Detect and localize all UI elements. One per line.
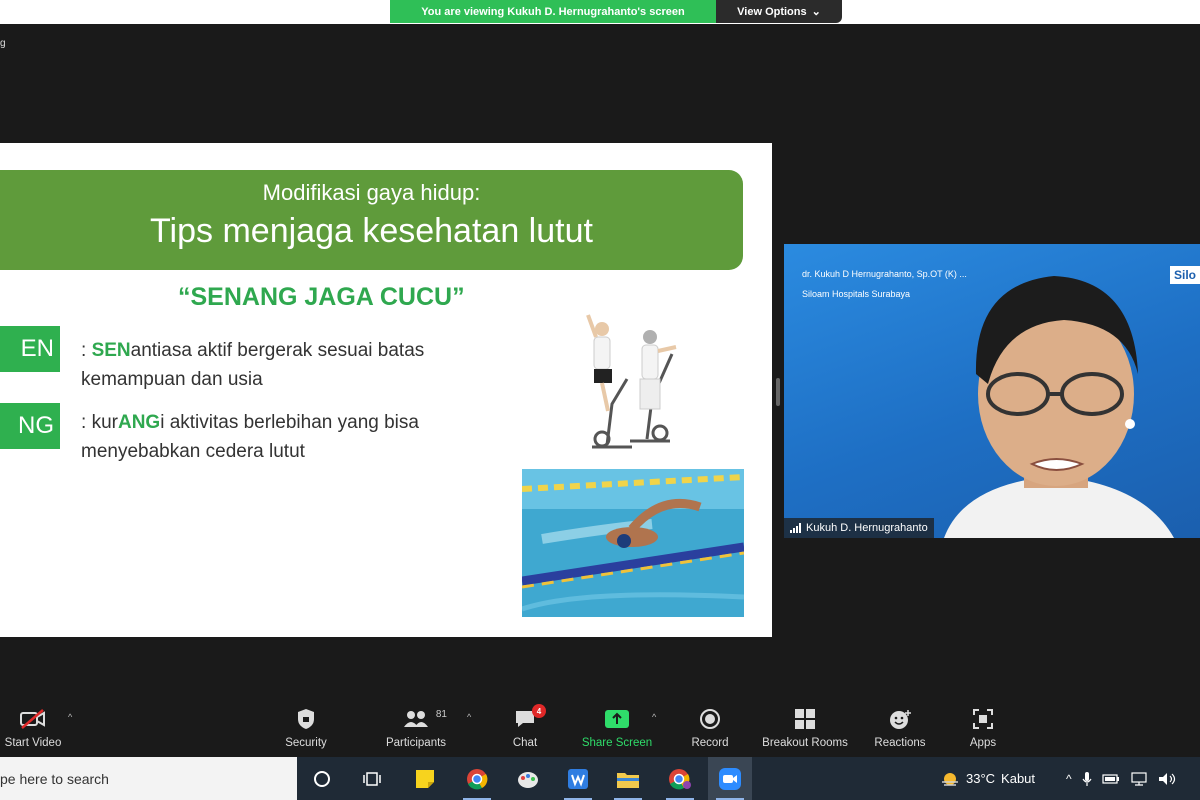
taskbar-search-placeholder: pe here to search [0,770,109,787]
point-text-line2: kemampuan dan usia [81,369,263,390]
chevron-down-icon: ⌄ [811,6,821,18]
task-view-icon[interactable] [350,757,394,800]
participant-video-tile[interactable]: dr. Kukuh D Hernugrahanto, Sp.OT (K) ...… [784,244,1200,538]
participants-button[interactable]: 81 Participants [383,706,449,754]
battery-icon[interactable] [1102,773,1120,785]
zoom-app-icon[interactable] [708,757,752,800]
security-button[interactable]: Security [280,706,332,754]
wps-office-icon[interactable] [556,757,600,800]
show-hidden-icons-icon[interactable]: ^ [1066,772,1072,786]
view-splitter-handle[interactable] [776,378,780,406]
weather-temperature: 33°C [966,771,996,786]
point-highlight: SEN [91,340,131,361]
chat-label: Chat [512,737,538,749]
point-pre: kur [91,412,118,433]
start-video-button[interactable]: Start Video [2,706,64,754]
volume-icon[interactable] [1158,772,1176,786]
weather-haze-icon [942,772,958,786]
point-sen: : SENantiasa aktif bergerak sesuai batas… [81,336,511,394]
network-icon[interactable] [1130,771,1148,786]
corner-text-fragment: g [0,38,6,49]
viewing-banner: You are viewing Kukuh D. Hernugrahanto's… [390,0,716,23]
record-icon [700,709,720,729]
participant-name-tag: Kukuh D. Hernugrahanto [784,518,934,538]
point-prefix: : [81,340,92,361]
point-text-line2: menyebabkan cedera lutut [81,441,305,462]
view-options-button[interactable]: View Options ⌄ [716,0,842,23]
virtual-background-hospital: Siloam Hospitals Surabaya [802,289,911,299]
start-video-label: Start Video [4,737,62,749]
share-options-caret-icon[interactable]: ^ [652,712,656,722]
view-options-label: View Options [737,5,807,18]
apps-label: Apps [969,737,997,749]
record-button[interactable]: Record [688,706,732,754]
participants-icon [404,711,428,727]
breakout-rooms-icon [795,709,815,729]
apps-icon [973,709,993,729]
file-explorer-icon[interactable] [606,757,650,800]
point-ang: : kurANGi aktivitas berlebihan yang bisa… [81,408,511,466]
security-label: Security [285,737,327,749]
participants-label: Participants [385,737,447,749]
share-screen-label: Share Screen [581,737,653,749]
shield-icon [298,709,314,729]
system-tray: ^ [1066,757,1176,800]
chat-unread-badge: 4 [532,704,546,718]
share-screen-button[interactable]: Share Screen [580,706,654,754]
record-label: Record [691,737,729,749]
exercise-bike-image [586,314,677,449]
tag-sen: EN [0,326,60,372]
point-prefix: : [81,412,92,433]
participant-name: Kukuh D. Hernugrahanto [806,522,928,534]
weather-widget[interactable]: 33°C Kabut [940,757,1035,800]
apps-button[interactable]: Apps [966,706,1000,754]
tag-ang: NG [0,403,60,449]
chat-button[interactable]: 4 Chat [510,704,546,754]
reactions-label: Reactions [874,737,926,749]
reactions-icon [890,710,911,729]
sticky-notes-icon[interactable] [403,757,447,800]
participant-video-feed [944,276,1174,538]
point-highlight: ANG [117,412,161,433]
microphone-icon[interactable] [1082,771,1092,787]
video-off-icon [20,709,45,729]
slide-subtitle: Modifikasi gaya hidup: [262,180,481,205]
reactions-button[interactable]: Reactions [872,706,928,754]
meeting-toolbar: Start Video ^ Security 81 Participants ^… [0,700,1200,756]
video-options-caret-icon[interactable]: ^ [68,712,72,722]
viewing-banner-text: You are viewing Kukuh D. Hernugrahanto's… [421,5,685,18]
point-text: i aktivitas berlebihan yang bisa [160,412,419,433]
participants-options-caret-icon[interactable]: ^ [467,712,471,722]
zoom-meeting-window: You are viewing Kukuh D. Hernugrahanto's… [0,0,1200,800]
slide-title: Tips menjaga kesehatan lutut [150,212,593,250]
slide-slogan: “SENANG JAGA CUCU” [178,283,465,311]
taskbar-search-box[interactable]: pe here to search [0,757,297,800]
swimming-image [522,469,744,617]
weather-condition: Kabut [1001,771,1036,786]
breakout-rooms-button[interactable]: Breakout Rooms [758,706,852,754]
breakout-rooms-label: Breakout Rooms [762,737,848,749]
cortana-icon[interactable] [300,757,344,800]
point-text: antiasa aktif bergerak sesuai batas [130,340,425,361]
shared-screen-slide: Modifikasi gaya hidup: Tips menjaga kese… [0,143,772,637]
chrome-profile-icon[interactable] [658,757,702,800]
chrome-icon[interactable] [455,757,499,800]
share-screen-icon [605,710,629,728]
signal-strength-icon [790,523,801,533]
participants-count: 81 [435,709,447,720]
paint-icon[interactable] [506,757,550,800]
slide-header: Modifikasi gaya hidup: Tips menjaga kese… [0,170,743,270]
windows-taskbar: pe here to search 33°C Kabut ^ [0,757,1200,800]
